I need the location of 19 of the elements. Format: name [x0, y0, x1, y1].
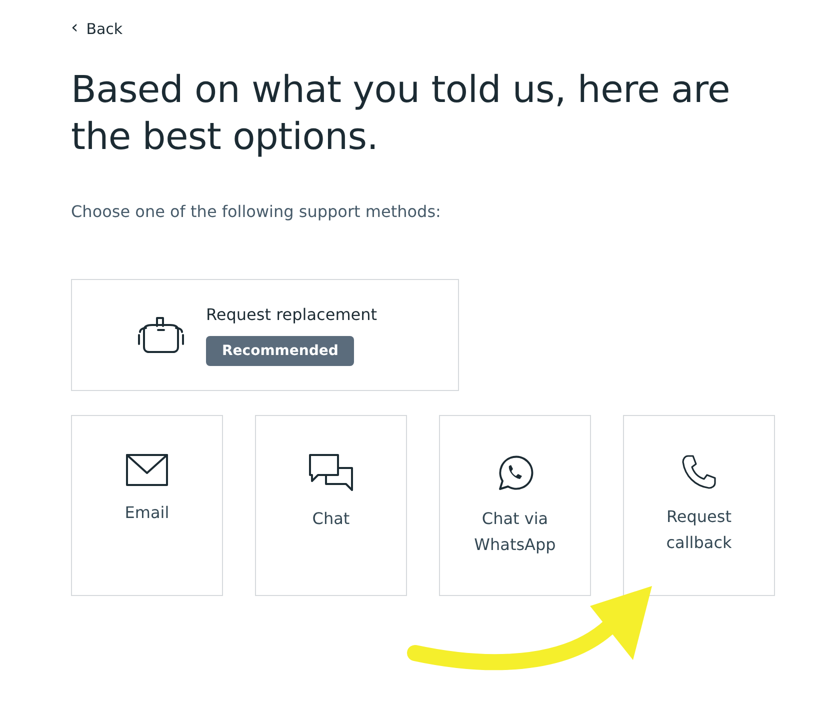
option-card[interactable]: Email [71, 415, 223, 596]
phone-icon [681, 454, 717, 490]
page-heading: Based on what you told us, here are the best options. [71, 67, 731, 160]
whatsapp-icon [496, 454, 534, 492]
option-card[interactable]: Chat [255, 415, 407, 596]
featured-option-card[interactable]: Request replacement Recommended [71, 279, 459, 391]
option-card[interactable]: Chat via WhatsApp [439, 415, 591, 596]
option-label: Email [124, 502, 170, 524]
option-label: Chat via WhatsApp [473, 508, 557, 556]
chat-icon [309, 454, 353, 492]
envelope-icon [126, 454, 168, 486]
option-label: Request callback [665, 506, 733, 554]
recommended-badge: Recommended [206, 336, 354, 366]
subtitle: Choose one of the following support methods: [71, 202, 442, 221]
vr-headset-icon [136, 316, 186, 354]
option-label: Request replacement [206, 304, 378, 324]
option-card[interactable]: Request callback [623, 415, 775, 596]
back-link[interactable]: ‹ Back [71, 20, 123, 38]
option-label: Chat [311, 508, 351, 530]
